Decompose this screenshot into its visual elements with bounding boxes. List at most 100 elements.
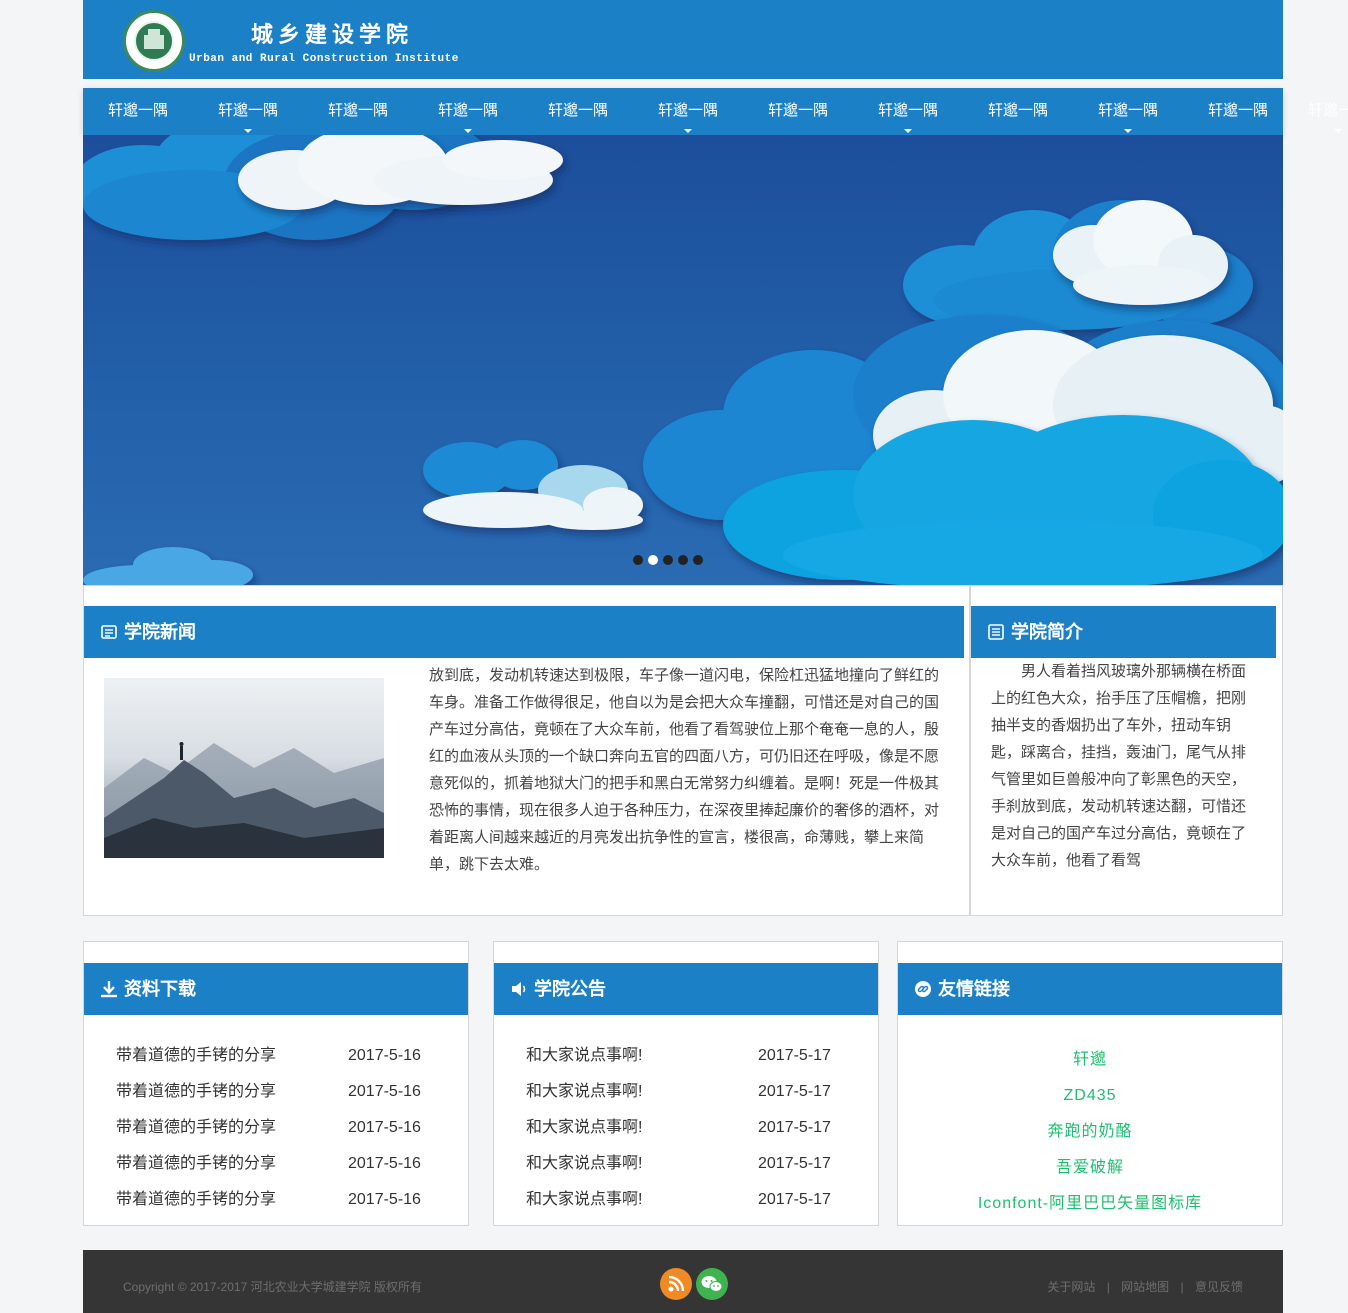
clouds-illustration <box>83 135 1283 585</box>
list-item-title: 和大家说点事啊! <box>526 1119 643 1136</box>
list-item-title: 带着道德的手铐的分享 <box>116 1083 277 1100</box>
notices-heading-label: 学院公告 <box>534 979 606 999</box>
footer-link-feedback[interactable]: 意见反馈 <box>1195 1280 1243 1294</box>
nav-item[interactable]: 轩邈一隅 <box>1073 88 1183 135</box>
friend-links-heading-label: 友情链接 <box>938 979 1010 999</box>
nav-item[interactable]: 轩邈一隅 <box>963 88 1073 135</box>
nav-item[interactable]: 轩邈一隅 <box>303 88 413 135</box>
site-subtitle: Urban and Rural Construction Institute <box>189 53 459 65</box>
downloads-heading-label: 资料下载 <box>124 979 196 999</box>
list-item-date: 2017-5-16 <box>348 1155 421 1172</box>
hero-banner <box>83 135 1283 585</box>
download-item[interactable]: 带着道德的手铐的分享 2017-5-16 <box>116 1074 436 1110</box>
newspaper-icon <box>101 625 117 639</box>
slider-dot[interactable] <box>678 555 688 565</box>
nav-item[interactable]: 轩邈一隅 <box>743 88 853 135</box>
download-item[interactable]: 带着道德的手铐的分享 2017-5-16 <box>116 1182 436 1218</box>
intro-heading: 学院简介 <box>971 606 1276 658</box>
site-header: 城乡建设学院 Urban and Rural Construction Inst… <box>83 0 1283 79</box>
list-item-date: 2017-5-16 <box>348 1119 421 1136</box>
news-image[interactable] <box>104 678 384 858</box>
site-title: 城乡建设学院 <box>251 22 414 48</box>
slider-dots <box>633 555 703 565</box>
notice-item[interactable]: 和大家说点事啊! 2017-5-17 <box>526 1110 846 1146</box>
list-item-title: 带着道德的手铐的分享 <box>116 1155 277 1172</box>
downloads-heading: 资料下载 <box>84 963 468 1015</box>
chevron-down-icon <box>1334 129 1342 133</box>
download-item[interactable]: 带着道德的手铐的分享 2017-5-16 <box>116 1146 436 1182</box>
link-icon <box>915 981 931 997</box>
list-item-title: 和大家说点事啊! <box>526 1083 643 1100</box>
intro-body: 男人看着挡风玻璃外那辆横在桥面上的红色大众，抬手压了压帽檐，把刚抽半支的香烟扔出… <box>991 663 1247 869</box>
slider-dot[interactable] <box>663 555 673 565</box>
notices-heading: 学院公告 <box>494 963 878 1015</box>
main-nav: 轩邈一隅 轩邈一隅 轩邈一隅 轩邈一隅 轩邈一隅 轩邈一隅 轩邈一隅 轩邈一隅 轩邈一隅 轩邈一隅… <box>83 88 1283 135</box>
wechat-icon[interactable] <box>696 1268 728 1300</box>
nav-item[interactable]: 轩邈一隅 <box>1283 88 1348 135</box>
list-item-title: 带着道德的手铐的分享 <box>116 1047 277 1064</box>
footer-link-about[interactable]: 关于网站 <box>1047 1280 1095 1294</box>
news-heading: 学院新闻 <box>84 606 964 658</box>
friend-link[interactable]: ZD435 <box>898 1078 1282 1114</box>
intro-panel: 学院简介 男人看着挡风玻璃外那辆横在桥面上的红色大众，抬手压了压帽檐，把刚抽半支… <box>970 585 1283 916</box>
list-item-date: 2017-5-17 <box>758 1155 831 1172</box>
friend-link[interactable]: 吾爱破解 <box>898 1150 1282 1186</box>
list-item-title: 和大家说点事啊! <box>526 1155 643 1172</box>
nav-overflow: 轩邈一隅 <box>1283 88 1348 135</box>
nav-item[interactable]: 轩邈一隅 <box>633 88 743 135</box>
rss-icon[interactable] <box>660 1268 692 1300</box>
friend-link[interactable]: 奔跑的奶酪 <box>898 1114 1282 1150</box>
news-heading-label: 学院新闻 <box>124 622 196 642</box>
list-item-date: 2017-5-17 <box>758 1047 831 1064</box>
nav-item[interactable]: 轩邈一隅 <box>83 88 193 135</box>
nav-item[interactable]: 轩邈一隅 <box>413 88 523 135</box>
notice-item[interactable]: 和大家说点事啊! 2017-5-17 <box>526 1074 846 1110</box>
chevron-down-icon <box>1124 129 1132 133</box>
download-icon <box>101 981 117 998</box>
chevron-down-icon <box>904 129 912 133</box>
list-item-date: 2017-5-16 <box>348 1083 421 1100</box>
speaker-icon <box>512 982 526 996</box>
news-body: 放到底，发动机转速达到极限，车子像一道闪电，保险杠迅猛地撞向了鲜红的车身。准备工… <box>429 667 940 873</box>
mountain-image <box>104 742 384 858</box>
news-panel: 学院新闻 放到底，发动机转速达到极限，车子像一道闪电，保险杠迅猛地撞向了鲜红的车… <box>83 585 970 916</box>
nav-item[interactable]: 轩邈一隅 <box>853 88 963 135</box>
friend-link[interactable]: 轩邈 <box>898 1042 1282 1078</box>
notices-list: 和大家说点事啊! 2017-5-17 和大家说点事啊! 2017-5-17 和大家说点事… <box>526 1038 846 1218</box>
notice-item[interactable]: 和大家说点事啊! 2017-5-17 <box>526 1038 846 1074</box>
site-footer: Copyright © 2017-2017 河北农业大学城建学院 版权所有 关于… <box>83 1250 1283 1313</box>
list-item-title: 和大家说点事啊! <box>526 1191 643 1208</box>
list-item-date: 2017-5-16 <box>348 1191 421 1208</box>
footer-separator: | <box>1180 1280 1184 1294</box>
notice-item[interactable]: 和大家说点事啊! 2017-5-17 <box>526 1182 846 1218</box>
list-icon <box>988 624 1004 640</box>
download-item[interactable]: 带着道德的手铐的分享 2017-5-16 <box>116 1110 436 1146</box>
downloads-panel: 资料下载 带着道德的手铐的分享 2017-5-16 带着道德的手铐的分享 2017-5… <box>83 941 469 1226</box>
chevron-down-icon <box>244 129 252 133</box>
downloads-list: 带着道德的手铐的分享 2017-5-16 带着道德的手铐的分享 2017-5-16 带着… <box>116 1038 436 1218</box>
nav-item[interactable]: 轩邈一隅 <box>523 88 633 135</box>
list-item-title: 和大家说点事啊! <box>526 1047 643 1064</box>
copyright-text: Copyright © 2017-2017 河北农业大学城建学院 版权所有 <box>123 1280 422 1294</box>
nav-item[interactable]: 轩邈一隅 <box>193 88 303 135</box>
slider-dot[interactable] <box>693 555 703 565</box>
friend-links-list: 轩邈 ZD435 奔跑的奶酪 吾爱破解 Iconfont-阿里巴巴矢量图标库 <box>898 1042 1282 1222</box>
list-item-date: 2017-5-17 <box>758 1191 831 1208</box>
friend-link[interactable]: Iconfont-阿里巴巴矢量图标库 <box>898 1186 1282 1222</box>
footer-links: 关于网站 | 网站地图 | 意见反馈 <box>1047 1278 1243 1295</box>
list-item-date: 2017-5-17 <box>758 1083 831 1100</box>
footer-link-sitemap[interactable]: 网站地图 <box>1121 1280 1169 1294</box>
list-item-title: 带着道德的手铐的分享 <box>116 1119 277 1136</box>
slider-dot[interactable] <box>648 555 658 565</box>
footer-separator: | <box>1106 1280 1110 1294</box>
slider-dot[interactable] <box>633 555 643 565</box>
university-seal-logo[interactable] <box>123 10 185 72</box>
friend-links-panel: 友情链接 轩邈 ZD435 奔跑的奶酪 吾爱破解 Iconfont-阿里巴巴矢量图标库 <box>897 941 1283 1226</box>
notice-item[interactable]: 和大家说点事啊! 2017-5-17 <box>526 1146 846 1182</box>
nav-item[interactable]: 轩邈一隅 <box>1183 88 1283 135</box>
download-item[interactable]: 带着道德的手铐的分享 2017-5-16 <box>116 1038 436 1074</box>
chevron-down-icon <box>684 129 692 133</box>
notices-panel: 学院公告 和大家说点事啊! 2017-5-17 和大家说点事啊! 2017-5-17 和… <box>493 941 879 1226</box>
list-item-date: 2017-5-17 <box>758 1119 831 1136</box>
chevron-down-icon <box>464 129 472 133</box>
